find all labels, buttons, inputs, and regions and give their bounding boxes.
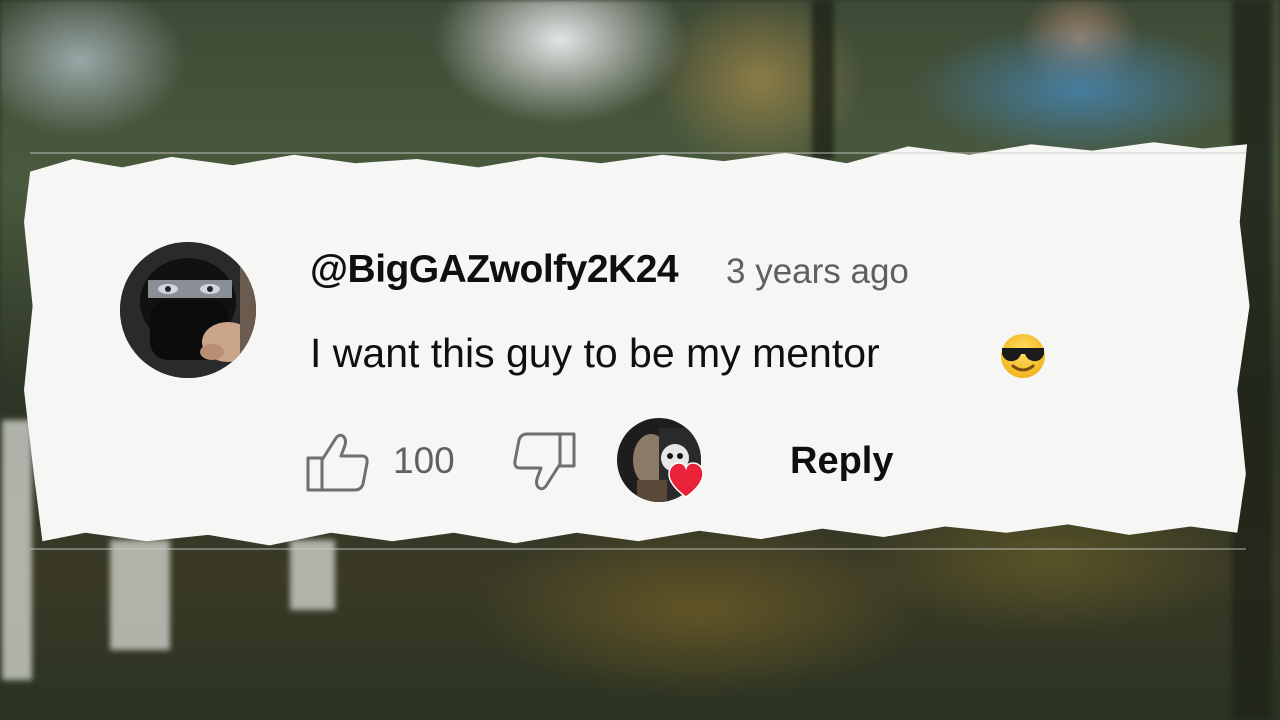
comment-username[interactable]: @BigGAZwolfy2K24 [310,248,679,292]
avatar[interactable] [120,242,256,378]
creator-heart-badge [617,418,709,504]
comment-timestamp[interactable]: 3 years ago [726,252,909,292]
dislike-button[interactable] [510,430,578,494]
comment-text: I want this guy to be my mentor [310,330,880,376]
heart-icon [668,462,704,498]
thumbs-down-icon [513,432,576,491]
reply-button[interactable]: Reply [790,440,893,483]
masked-person-avatar-icon [120,242,256,378]
like-button[interactable] [304,430,372,494]
smiling-face-with-sunglasses-icon [997,332,1049,380]
background-tree-trunk [812,0,834,160]
background-fence-post [2,420,32,680]
background-fence-post [110,540,170,650]
thumbs-up-icon [306,433,369,492]
like-count: 100 [393,440,455,481]
background-fence-post [290,540,335,610]
